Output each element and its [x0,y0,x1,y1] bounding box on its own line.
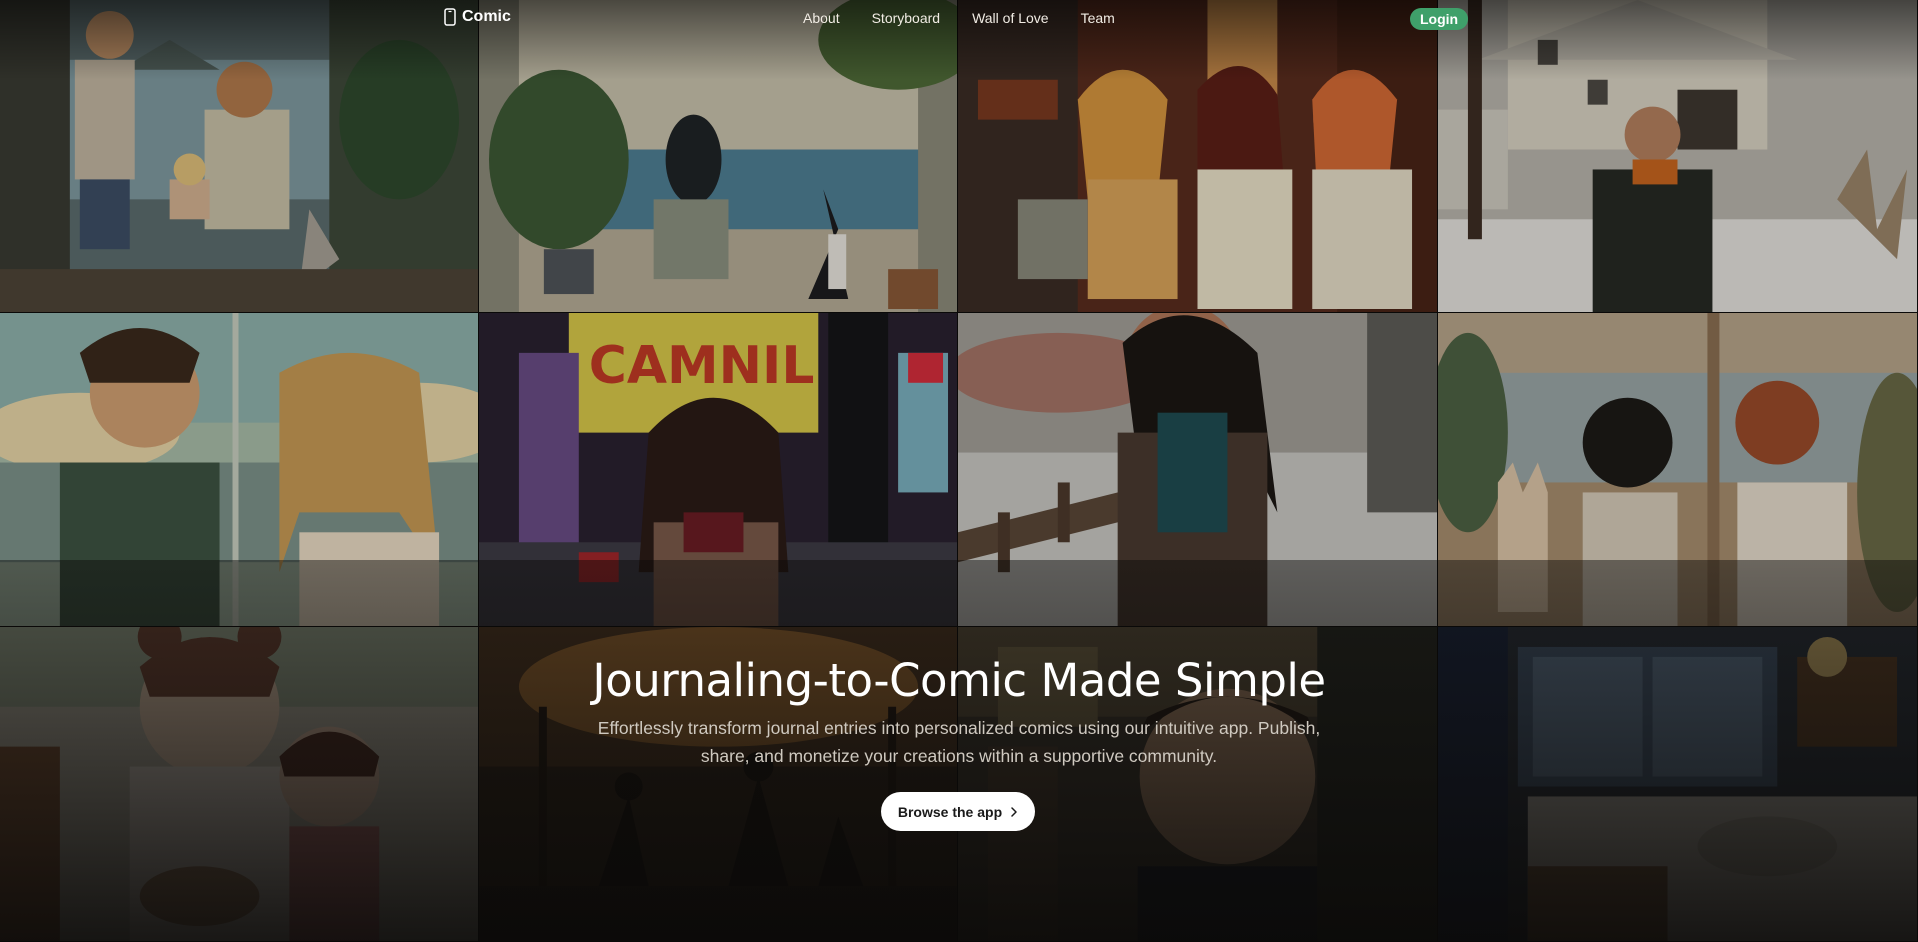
gallery-image-three-girls-city [958,0,1438,313]
browse-app-label: Browse the app [897,803,1003,820]
navbar: Comic About Storyboard Wall of Love Team… [0,0,1918,38]
nav-link-about[interactable]: About [803,10,840,26]
gallery-image-girl-winter-path [958,313,1438,627]
nav-link-wall-of-love[interactable]: Wall of Love [972,10,1049,26]
gallery-image-girl-times-square: CAMNIL [479,313,958,627]
hero-subtitle: Effortlessly transform journal entries i… [597,718,1321,766]
hero-section: Journaling-to-Comic Made Simple Effortle… [0,650,1918,831]
brand-name: Comic [462,8,511,25]
gallery-image-girl-dog-sea [479,0,958,313]
gallery-image-kids-window [0,0,479,313]
nav-link-team[interactable]: Team [1081,10,1115,26]
brand-logo-link[interactable]: Comic [444,8,511,26]
chevron-right-icon [1011,806,1017,817]
svg-text:CAMNIL: CAMNIL [589,336,815,396]
hero-title: Journaling-to-Comic Made Simple [592,654,1326,707]
nav-links: About Storyboard Wall of Love Team [803,10,1115,26]
login-button[interactable]: Login [1410,8,1469,30]
gallery-image-couple-laughing [0,313,479,627]
phone-icon [444,8,456,26]
browse-app-button[interactable]: Browse the app [881,792,1035,831]
nav-link-storyboard[interactable]: Storyboard [872,10,940,26]
gallery-image-woman-snow-house [1438,0,1918,313]
gallery-image-kids-cat-window [1438,313,1918,627]
